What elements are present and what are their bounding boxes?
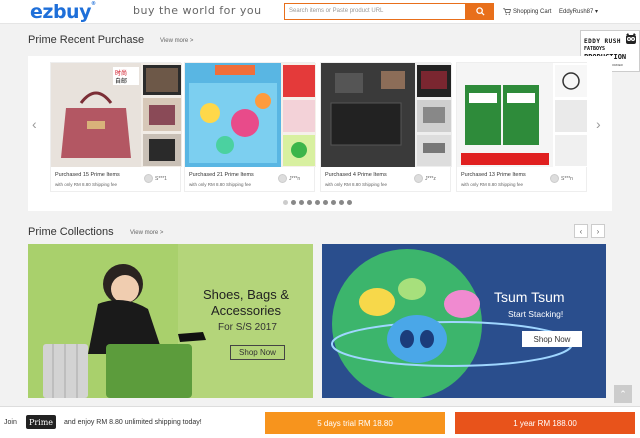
purchased-count: Purchased 21 Prime Items <box>189 172 254 178</box>
purchase-card[interactable]: Purchased 4 Prime Items with only RM 8.8… <box>320 62 452 192</box>
carousel-pagination <box>283 200 352 205</box>
fashion-shop-now-button[interactable]: Shop Now <box>230 345 285 360</box>
purchase-card[interactable]: Purchased 13 Prime Items with only RM 8.… <box>456 62 588 192</box>
banner-tsum-tsum[interactable] <box>322 244 606 398</box>
carousel-dot[interactable] <box>347 200 352 205</box>
search-button[interactable] <box>466 3 494 20</box>
carousel-dot[interactable] <box>283 200 288 205</box>
recent-purchase-carousel: ‹ › 时尚 自邮 Purchased 15 Prime Items with … <box>28 56 612 211</box>
search-icon <box>475 7 485 16</box>
tsum-banner-title: Tsum Tsum <box>494 289 565 305</box>
yearly-plan-button[interactable]: 1 year RM 188.00 <box>455 412 635 434</box>
banner-fashion[interactable] <box>28 244 313 398</box>
buyer-name: S***1 <box>155 176 167 182</box>
carousel-dot[interactable] <box>291 200 296 205</box>
recent-purchase-title: Prime Recent Purchase <box>28 34 145 46</box>
collections-view-more-link[interactable]: View more > <box>130 230 163 236</box>
scroll-to-top-button[interactable]: ⌃ <box>614 385 632 403</box>
buyer-name: J***n <box>289 176 301 182</box>
username: EddyRush87 <box>559 9 594 15</box>
carousel-dot[interactable] <box>323 200 328 205</box>
buyer-name: J***z <box>425 176 436 182</box>
product-collage-electronics <box>321 63 452 167</box>
shopping-cart-link[interactable]: Shopping Cart <box>503 8 551 15</box>
fashion-banner-subtitle: For S/S 2017 <box>218 322 277 333</box>
purchased-count: Purchased 15 Prime Items <box>55 172 120 178</box>
cart-label: Shopping Cart <box>513 8 552 15</box>
fashion-banner-image <box>28 244 313 398</box>
tsum-banner-subtitle: Start Stacking! <box>508 309 564 319</box>
top-header: ezbuy® buy the world for you Search item… <box>0 0 640 24</box>
prime-logo: Prime <box>26 415 56 429</box>
search-input[interactable]: Search items or Paste product URL <box>284 3 466 20</box>
collections-prev-button[interactable]: ‹ <box>574 224 588 238</box>
avatar <box>144 174 153 183</box>
trial-plan-button[interactable]: 5 days trial RM 18.80 <box>265 412 445 434</box>
avatar <box>278 174 287 183</box>
carousel-dot[interactable] <box>315 200 320 205</box>
shipping-note: with only RM 8.80 Shipping fee <box>189 182 252 187</box>
purchased-count: Purchased 4 Prime Items <box>325 172 387 178</box>
logo-text: ezbuy <box>30 1 91 23</box>
carousel-dot[interactable] <box>339 200 344 205</box>
shipping-note: with only RM 8.80 Shipping fee <box>461 182 524 187</box>
collections-next-button[interactable]: › <box>591 224 605 238</box>
join-text: Join <box>4 419 17 426</box>
product-collage-bags: 时尚 自邮 <box>51 63 182 167</box>
carousel-dot[interactable] <box>299 200 304 205</box>
collections-nav: ‹ › <box>574 224 605 238</box>
carousel-dot[interactable] <box>307 200 312 205</box>
prime-signup-bar: Join Prime and enjoy RM 8.80 unlimited s… <box>0 406 640 438</box>
badge-line-1: EDDY RUSH <box>584 38 622 45</box>
cart-icon <box>503 8 511 15</box>
buyer-name: S***n <box>561 176 573 182</box>
shipping-note: with only RM 8.80 Shipping fee <box>55 182 118 187</box>
product-collage-toys <box>185 63 316 167</box>
carousel-dot[interactable] <box>331 200 336 205</box>
svg-text:时尚: 时尚 <box>115 69 127 77</box>
fashion-banner-title: Shoes, Bags & Accessories <box>203 287 289 318</box>
badge-line-2: FATBOYS <box>584 46 606 52</box>
owl-icon <box>626 33 636 44</box>
enjoy-text: and enjoy RM 8.80 unlimited shipping tod… <box>64 419 202 426</box>
tsum-tsum-banner-image <box>322 244 606 398</box>
purchased-count: Purchased 13 Prime Items <box>461 172 526 178</box>
carousel-prev-arrow[interactable]: ‹ <box>32 116 37 132</box>
recent-view-more-link[interactable]: View more > <box>160 38 193 44</box>
ezbuy-logo[interactable]: ezbuy® <box>30 1 96 23</box>
tsum-shop-now-button[interactable]: Shop Now <box>522 331 582 347</box>
svg-text:自邮: 自邮 <box>115 77 127 85</box>
collections-title: Prime Collections <box>28 226 114 238</box>
avatar <box>550 174 559 183</box>
tagline: buy the world for you <box>133 4 262 17</box>
purchase-card[interactable]: 时尚 自邮 Purchased 15 Prime Items with only… <box>50 62 182 192</box>
product-collage-paper <box>457 63 588 167</box>
avatar <box>414 174 423 183</box>
shipping-note: with only RM 8.80 Shipping fee <box>325 182 388 187</box>
purchase-card[interactable]: Purchased 21 Prime Items with only RM 8.… <box>184 62 316 192</box>
carousel-next-arrow[interactable]: › <box>596 116 601 132</box>
user-menu[interactable]: EddyRush87 ▾ <box>559 8 598 15</box>
